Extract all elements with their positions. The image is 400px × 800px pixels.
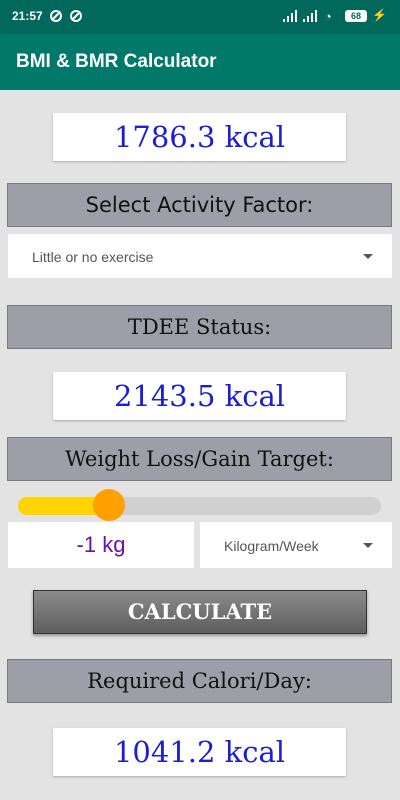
activity-factor-dropdown[interactable]: Little or no exercise <box>8 234 392 278</box>
calculate-button[interactable]: CALCULATE <box>33 590 367 634</box>
dropdown-arrow-icon <box>363 543 373 548</box>
dnd-icon <box>50 10 62 22</box>
slider-thumb[interactable] <box>92 489 125 521</box>
required-calorie-header: Required Calori/Day: <box>7 659 392 703</box>
signal-icon <box>303 10 319 22</box>
wifi-icon: ◔ <box>324 9 332 24</box>
weight-target-header: Weight Loss/Gain Target: <box>7 437 392 481</box>
dnd-icon <box>70 10 82 22</box>
battery-icon: 68 <box>345 10 367 22</box>
charging-icon: ⚡ <box>372 8 387 22</box>
bmr-value: 1786.3 kcal <box>53 113 346 161</box>
tdee-header: TDEE Status: <box>7 305 392 349</box>
unit-selected: Kilogram/Week <box>224 538 319 554</box>
status-bar: 21:57 ◔ 68 ⚡ <box>0 0 400 34</box>
activity-factor-selected: Little or no exercise <box>32 249 154 265</box>
app-bar: BMI & BMR Calculator <box>0 34 400 90</box>
activity-factor-header: Select Activity Factor: <box>7 183 392 227</box>
weight-target-amount: -1 kg <box>8 522 194 568</box>
weight-target-slider[interactable] <box>18 497 381 515</box>
required-calorie-value: 1041.2 kcal <box>53 728 346 776</box>
dropdown-arrow-icon <box>363 254 373 259</box>
status-time: 21:57 <box>12 9 43 23</box>
tdee-value: 2143.5 kcal <box>53 372 346 420</box>
signal-icon <box>283 10 299 22</box>
unit-dropdown[interactable]: Kilogram/Week <box>200 522 392 568</box>
app-title: BMI & BMR Calculator <box>16 51 217 72</box>
